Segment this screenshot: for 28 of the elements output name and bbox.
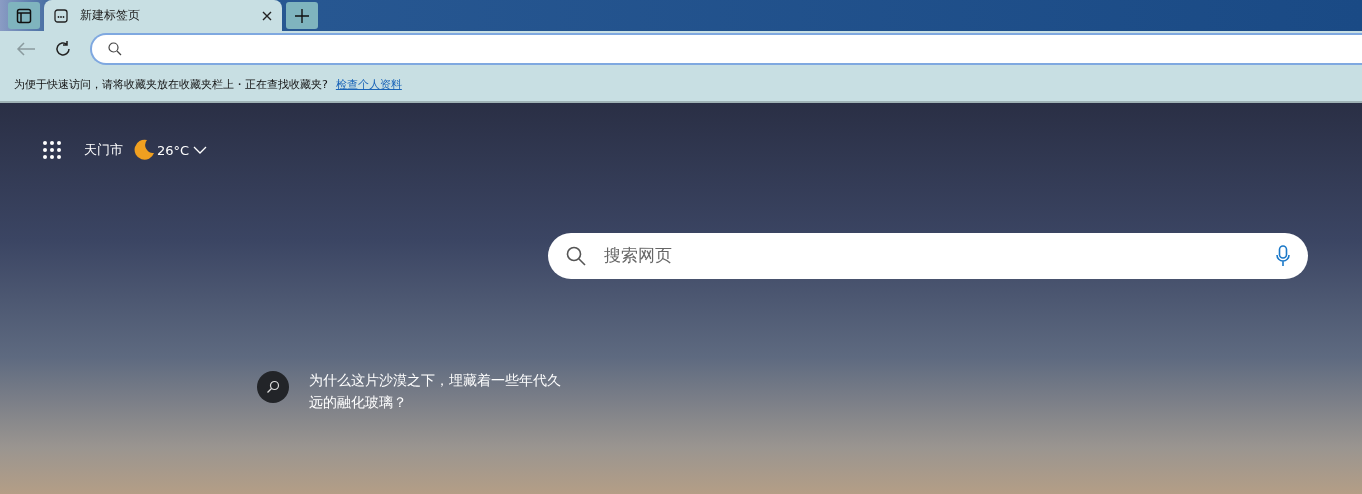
check-profile-link[interactable]: 检查个人资料: [335, 76, 402, 92]
search-box[interactable]: 搜索网页: [548, 233, 1308, 279]
new-tab-button[interactable]: [286, 2, 318, 29]
moon-icon: [133, 139, 155, 161]
search-icon: [566, 246, 586, 266]
refresh-button[interactable]: [54, 40, 72, 58]
plus-icon: [294, 7, 310, 24]
browser-tab[interactable]: 新建标签页: [44, 0, 282, 31]
suggestion-link[interactable]: 为什么这片沙漠之下，埋藏着一些年代久远的融化玻璃？: [309, 369, 565, 413]
sidebar-toggle-button[interactable]: [8, 2, 40, 29]
temperature: 26°C: [157, 142, 190, 158]
close-icon: [262, 10, 272, 21]
refresh-icon: [54, 40, 72, 58]
search-icon: [266, 380, 280, 394]
close-tab-button[interactable]: [262, 10, 272, 21]
page-icon: [54, 8, 68, 23]
search-suggestion-button[interactable]: [257, 371, 289, 403]
arrow-left-icon: [16, 41, 36, 57]
weather-dropdown-button[interactable]: [193, 146, 208, 154]
grid-dots-icon: [42, 140, 62, 160]
panel-icon: [16, 7, 32, 24]
apps-button[interactable]: [42, 140, 62, 160]
city-name: 天门市: [84, 141, 123, 159]
tab-title: 新建标签页: [80, 7, 141, 24]
microphone-icon[interactable]: [1276, 245, 1290, 267]
search-icon: [108, 42, 122, 56]
chevron-down-icon: [193, 146, 208, 154]
favorites-message: 为便于快速访问，请将收藏夹放在收藏夹栏上・正在查找收藏夹?: [14, 76, 328, 92]
